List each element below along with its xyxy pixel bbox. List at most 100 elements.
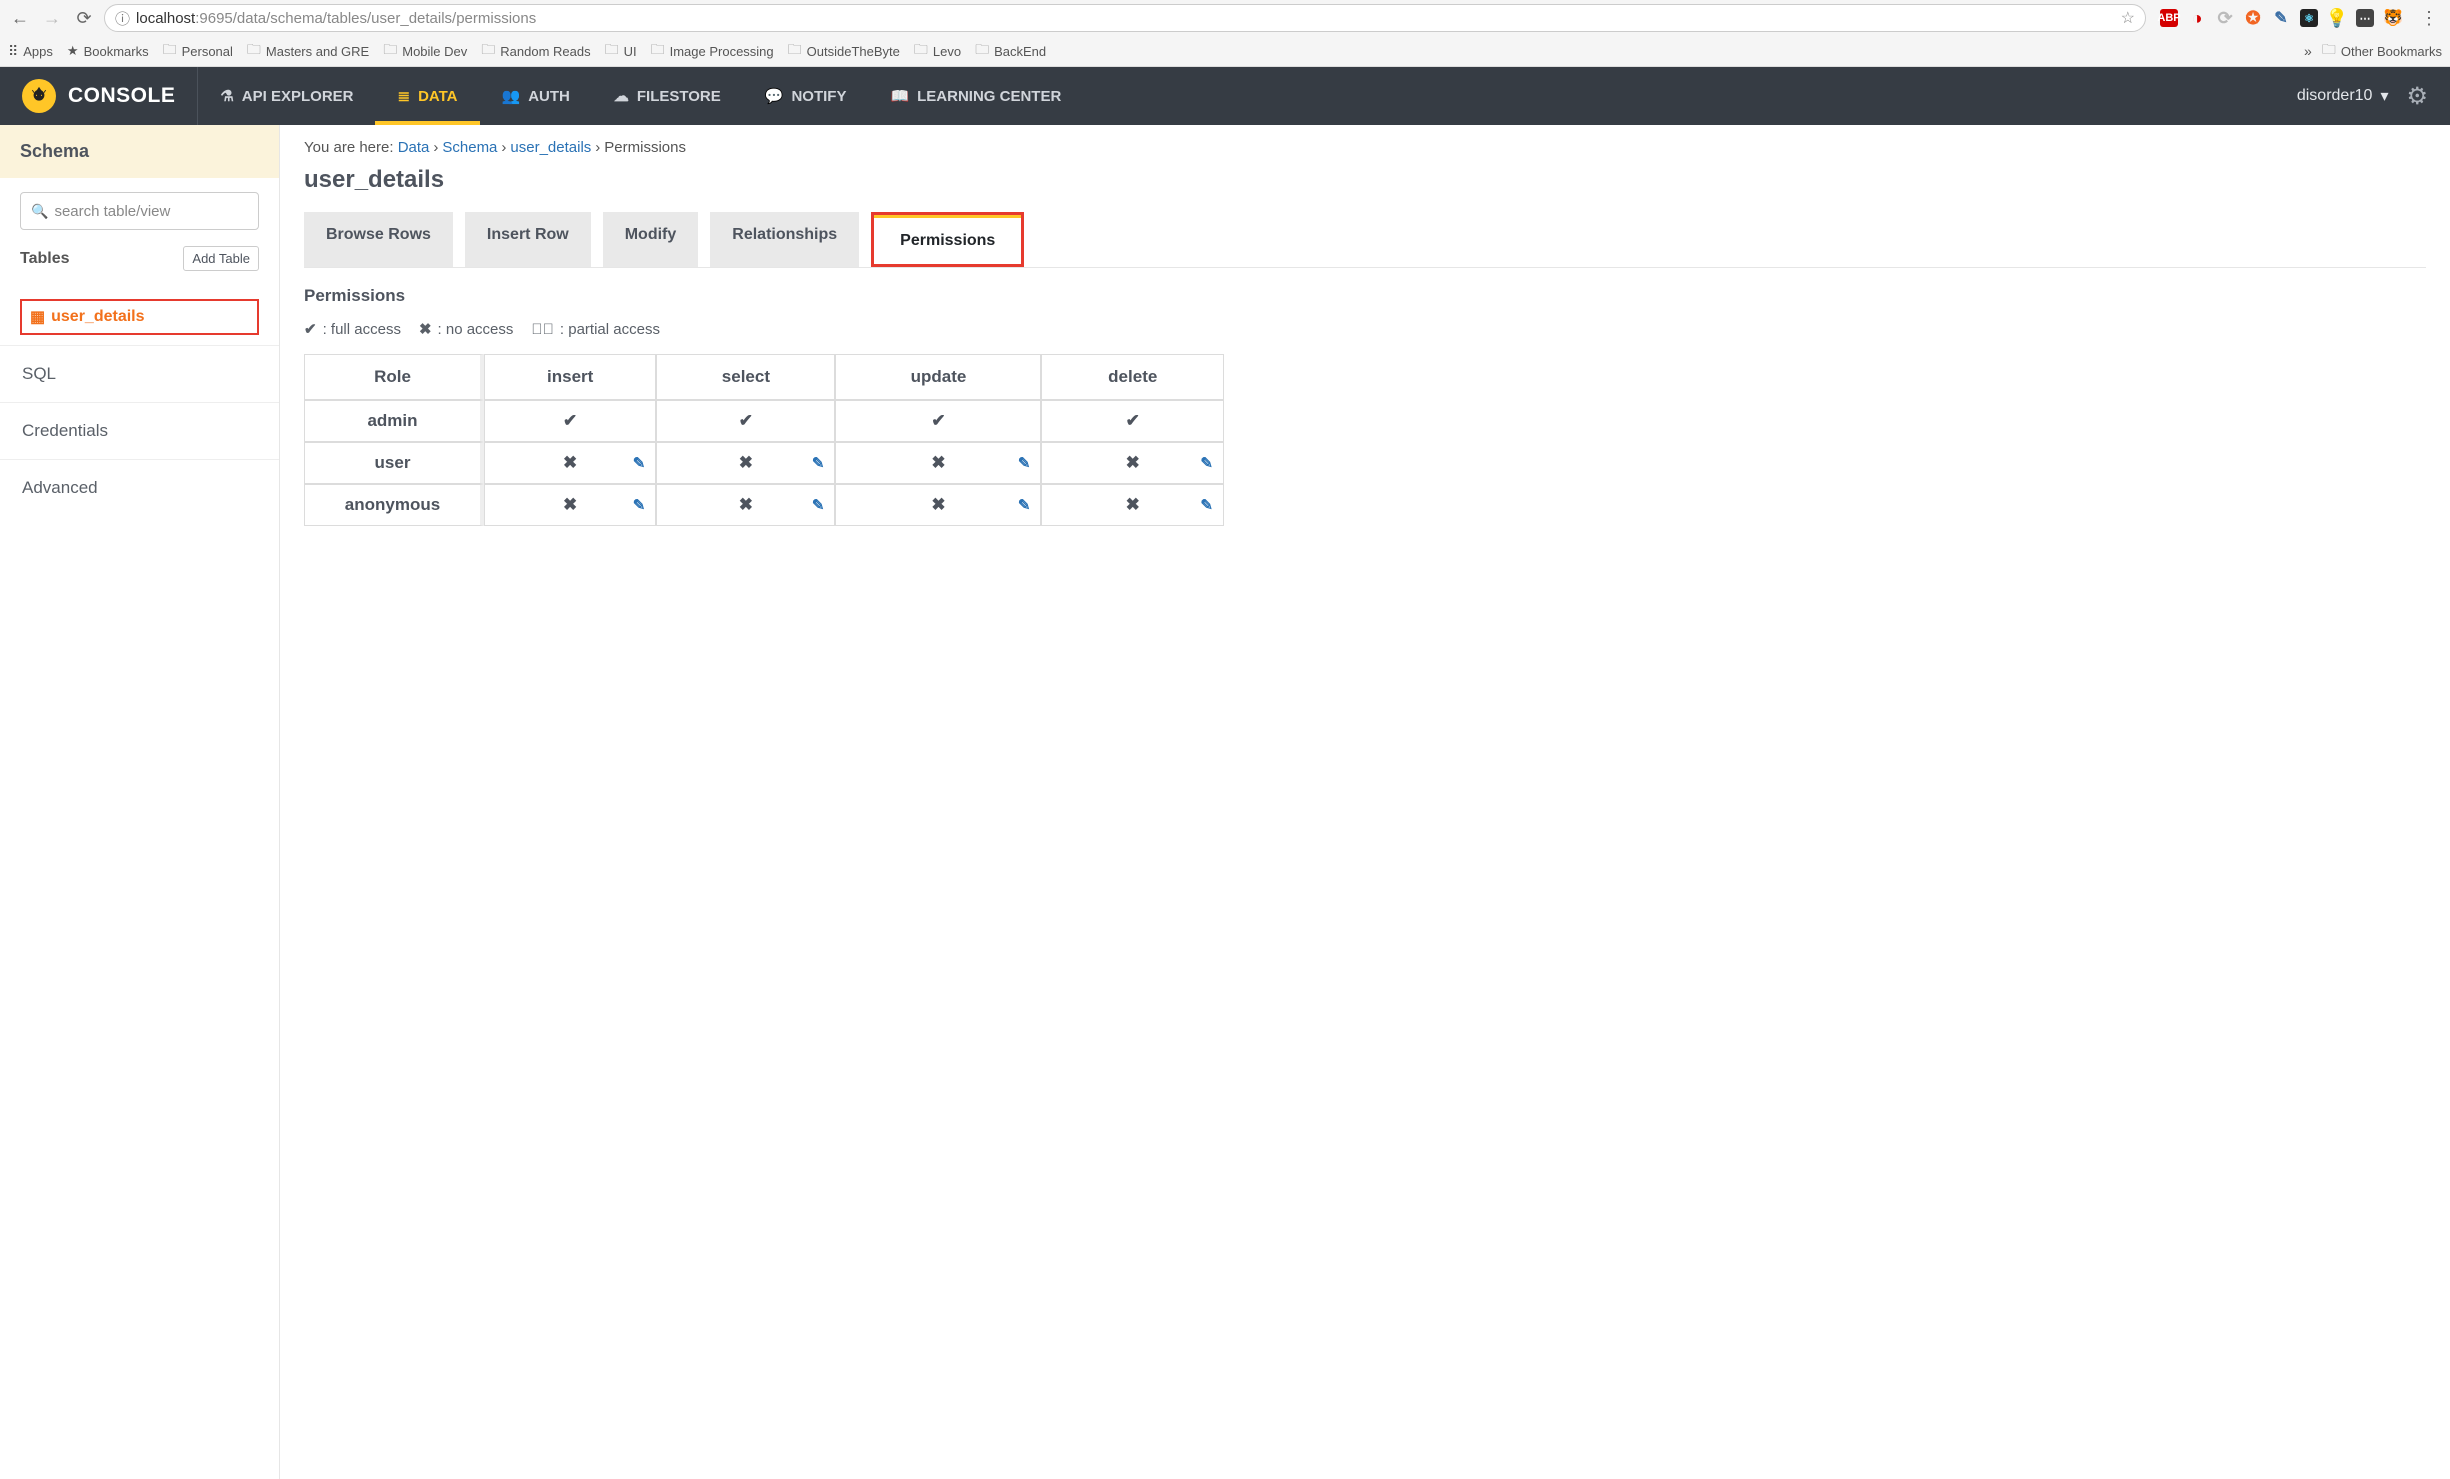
add-table-button[interactable]: Add Table <box>183 246 259 271</box>
react-devtools-icon[interactable]: ⚛ <box>2300 9 2318 27</box>
edit-pencil-icon[interactable] <box>1018 454 1031 472</box>
url-path: :9695/data/schema/tables/user_details/pe… <box>195 10 536 27</box>
nav-label: FILESTORE <box>637 88 721 105</box>
nav-item-filestore[interactable]: ☁FILESTORE <box>592 67 743 125</box>
tab-permissions[interactable]: Permissions <box>871 212 1024 267</box>
nav-item-data[interactable]: ≣DATA <box>375 67 479 125</box>
tab-relationships[interactable]: Relationships <box>710 212 859 267</box>
bookmark-item[interactable]: 🗀Masters and GRE <box>247 39 369 63</box>
chrome-menu-icon[interactable]: ⋮ <box>2416 8 2442 29</box>
tables-label: Tables <box>20 250 70 268</box>
nav-item-notify[interactable]: 💬NOTIFY <box>743 67 869 125</box>
abp-extension-icon[interactable]: ABP <box>2160 9 2178 27</box>
chevron-right-icon: › <box>501 139 506 156</box>
flask-icon: ⚗ <box>220 87 233 105</box>
permission-cell[interactable] <box>835 442 1041 484</box>
nav-label: LEARNING CENTER <box>917 88 1061 105</box>
chevron-right-icon: › <box>433 139 438 156</box>
tab-insert-row[interactable]: Insert Row <box>465 212 591 267</box>
extension-icon[interactable]: ⋯ <box>2356 9 2374 27</box>
address-bar[interactable]: ⓘ localhost:9695/data/schema/tables/user… <box>104 4 2146 32</box>
brand-logo-mark <box>22 79 56 113</box>
breadcrumb-link[interactable]: Data <box>398 139 430 156</box>
edit-pencil-icon[interactable] <box>633 496 646 514</box>
folder-icon: 🗀 <box>163 39 177 63</box>
edit-pencil-icon[interactable] <box>812 496 825 514</box>
ublock-extension-icon[interactable]: ◑ <box>2188 9 2206 27</box>
extension-icon[interactable]: ✪ <box>2244 9 2262 27</box>
tab-modify[interactable]: Modify <box>603 212 699 267</box>
extension-icon[interactable]: 🐯 <box>2384 9 2402 27</box>
bookmark-item[interactable]: ⠿Apps <box>8 43 53 60</box>
breadcrumb-link[interactable]: user_details <box>510 139 591 156</box>
permission-cell[interactable] <box>484 484 656 526</box>
folder-icon: 🗀 <box>788 39 802 63</box>
permission-cell[interactable] <box>1041 484 1224 526</box>
nav-reload-button[interactable]: ⟳ <box>72 6 96 30</box>
nav-back-button[interactable]: ← <box>8 6 32 30</box>
chat-icon: 💬 <box>765 87 784 105</box>
nav-label: AUTH <box>528 88 570 105</box>
username: disorder10 <box>2297 87 2373 105</box>
permission-cell[interactable] <box>656 442 835 484</box>
nav-item-api-explorer[interactable]: ⚗API EXPLORER <box>198 67 375 125</box>
bookmark-item[interactable]: 🗀Personal <box>163 39 233 63</box>
edit-pencil-icon[interactable] <box>633 454 646 472</box>
tab-browse-rows[interactable]: Browse Rows <box>304 212 453 267</box>
bookmark-item[interactable]: 🗀BackEnd <box>975 39 1046 63</box>
column-header: Role <box>304 354 484 400</box>
sidebar-link-advanced[interactable]: Advanced <box>0 459 279 516</box>
x-icon <box>739 495 753 514</box>
site-info-icon[interactable]: ⓘ <box>115 8 130 29</box>
folder-icon: 🗀 <box>914 39 928 63</box>
edit-pencil-icon[interactable] <box>1018 496 1031 514</box>
bookmark-item[interactable]: 🗀Image Processing <box>651 39 774 63</box>
bookmark-item[interactable]: 🗀UI <box>605 39 637 63</box>
edit-pencil-icon[interactable] <box>1200 454 1213 472</box>
nav-forward-button[interactable]: → <box>40 6 64 30</box>
brand-logo[interactable]: CONSOLE <box>0 67 198 125</box>
breadcrumb-link[interactable]: Schema <box>442 139 497 156</box>
bookmark-item[interactable]: 🗀Mobile Dev <box>383 39 467 63</box>
user-menu[interactable]: disorder10 ▾ <box>2297 86 2389 106</box>
permission-cell <box>656 400 835 442</box>
other-bookmarks[interactable]: 🗀 Other Bookmarks <box>2322 39 2442 63</box>
bookmark-item[interactable]: 🗀Random Reads <box>481 39 590 63</box>
url-host: localhost <box>136 10 195 27</box>
breadcrumb: You are here: Data›Schema›user_details›P… <box>304 139 2426 156</box>
bookmark-label: Masters and GRE <box>266 44 369 59</box>
folder-icon: 🗀 <box>605 39 619 63</box>
bookmark-label: Apps <box>23 44 53 59</box>
sidebar-link-sql[interactable]: SQL <box>0 345 279 402</box>
permission-cell[interactable] <box>484 442 656 484</box>
bookmark-item[interactable]: 🗀OutsideTheByte <box>788 39 900 63</box>
edit-pencil-icon[interactable] <box>812 454 825 472</box>
brand-text: CONSOLE <box>68 84 175 108</box>
bookmark-item[interactable]: ★Bookmarks <box>67 43 149 59</box>
sidebar-table-name: user_details <box>51 308 144 326</box>
edit-pencil-icon[interactable] <box>1200 496 1213 514</box>
sidebar-table-user_details[interactable]: ▦ user_details <box>20 299 259 335</box>
nav-item-auth[interactable]: 👥AUTH <box>480 67 592 125</box>
overflow-chevron-icon[interactable]: » <box>2304 43 2312 59</box>
star-icon: ★ <box>67 43 79 59</box>
folder-icon: 🗀 <box>383 39 397 63</box>
tab-label: Relationships <box>732 226 837 243</box>
nav-item-learning-center[interactable]: 📖LEARNING CENTER <box>868 67 1083 125</box>
browser-toolbar: ← → ⟳ ⓘ localhost:9695/data/schema/table… <box>0 0 2450 36</box>
eyedropper-extension-icon[interactable]: ✎ <box>2272 9 2290 27</box>
database-icon: ≣ <box>397 87 410 105</box>
bookmark-star-icon[interactable]: ☆ <box>2121 8 2135 28</box>
sidebar-link-credentials[interactable]: Credentials <box>0 402 279 459</box>
permission-cell[interactable] <box>656 484 835 526</box>
breadcrumb-prefix: You are here: <box>304 139 398 156</box>
column-header: update <box>835 354 1041 400</box>
permission-cell[interactable] <box>1041 442 1224 484</box>
folder-icon: 🗀 <box>2322 39 2336 63</box>
settings-gear-icon[interactable]: ⚙ <box>2406 82 2428 111</box>
bookmark-item[interactable]: 🗀Levo <box>914 39 961 63</box>
extension-icon[interactable]: ⟳ <box>2216 9 2234 27</box>
search-input[interactable]: 🔍 search table/view <box>20 192 259 230</box>
permission-cell[interactable] <box>835 484 1041 526</box>
extension-icon[interactable]: 💡 <box>2328 9 2346 27</box>
